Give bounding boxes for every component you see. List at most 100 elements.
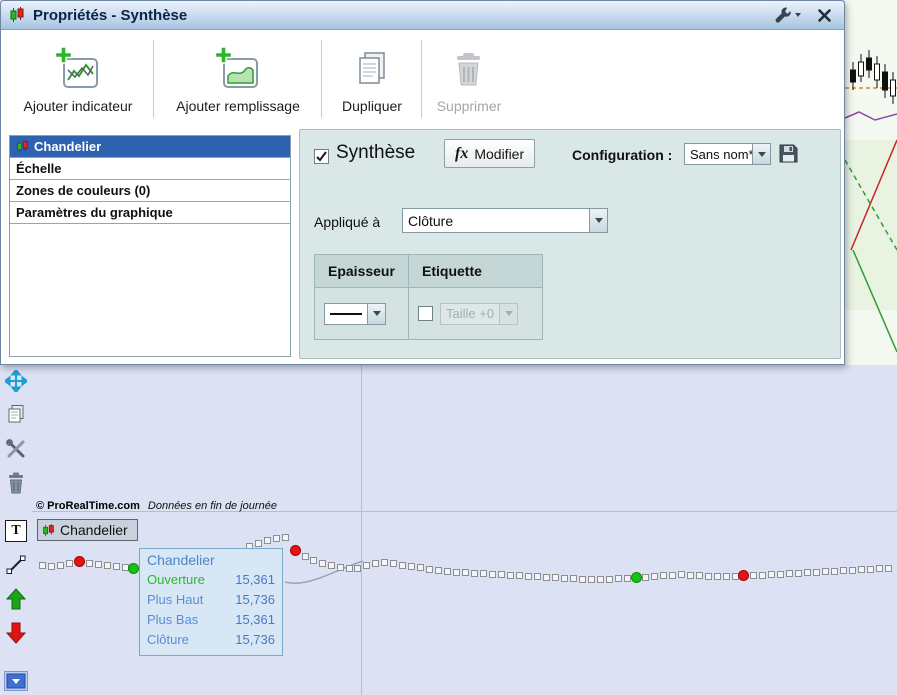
candlestick-icon — [10, 7, 24, 22]
tooltip-row: Plus Bas 15,361 — [147, 610, 275, 630]
price-point — [48, 563, 55, 570]
line-tool-button[interactable] — [3, 552, 29, 578]
tooltip-row-value: 15,736 — [235, 592, 275, 607]
sell-arrow-tool-button[interactable] — [3, 620, 29, 646]
applied-to-dropdown[interactable]: Clôture — [402, 208, 608, 233]
buy-arrow-tool-button[interactable] — [3, 586, 29, 612]
price-point — [113, 563, 120, 570]
price-point — [696, 572, 703, 579]
dialog-tools-menu-button[interactable] — [773, 6, 801, 24]
modify-label: Modifier — [474, 145, 525, 162]
label-checkbox[interactable] — [418, 306, 433, 321]
tooltip-row-label: Plus Bas — [147, 612, 199, 627]
price-point — [759, 572, 766, 579]
delete-tool-button[interactable] — [3, 470, 29, 496]
price-point — [471, 570, 478, 577]
price-point — [858, 566, 865, 573]
price-point — [390, 560, 397, 567]
more-tools-dropdown-button[interactable] — [3, 668, 29, 694]
candlestick-icon — [17, 140, 28, 153]
background-chart-strip — [844, 0, 897, 365]
chevron-down-icon — [594, 218, 603, 223]
price-point — [444, 568, 451, 575]
series-chip-label: Chandelier — [60, 522, 128, 538]
price-point — [561, 575, 568, 582]
price-point — [786, 570, 793, 577]
fx-icon: fx — [455, 144, 469, 162]
close-icon[interactable] — [817, 8, 832, 23]
applied-to-value: Clôture — [408, 212, 454, 229]
dialog-titlebar[interactable]: Propriétés - Synthèse — [1, 1, 844, 30]
floppy-disk-icon — [779, 144, 798, 163]
properties-dialog: Propriétés - Synthèse Ajouter indicateur… — [0, 0, 845, 365]
red-signal-dot — [74, 556, 85, 567]
price-point — [319, 560, 326, 567]
delete-button[interactable]: Supprimer — [427, 46, 511, 114]
synthesis-checkbox[interactable] — [314, 149, 329, 164]
tooltip-row: Plus Haut 15,736 — [147, 590, 275, 610]
price-point — [453, 569, 460, 576]
price-point — [831, 568, 838, 575]
price-point — [408, 563, 415, 570]
dropdown-arrow-button[interactable] — [367, 303, 385, 324]
move-tool-button[interactable] — [3, 368, 29, 394]
tooltip-title: Chandelier — [147, 552, 215, 568]
price-point — [507, 572, 514, 579]
price-point — [95, 561, 102, 568]
save-configuration-button[interactable] — [778, 143, 799, 164]
crosshair-vertical-line — [361, 365, 362, 695]
list-item-echelle[interactable]: Échelle — [10, 158, 290, 180]
line-sample-icon — [325, 312, 367, 315]
price-point — [381, 559, 388, 566]
duplicate-button[interactable]: Dupliquer — [327, 46, 417, 114]
price-point — [750, 572, 757, 579]
configuration-label: Configuration : — [572, 147, 673, 163]
chevron-down-icon — [795, 13, 801, 17]
list-item-label: Échelle — [16, 161, 62, 176]
add-fill-label: Ajouter remplissage — [176, 98, 300, 114]
add-fill-icon — [159, 46, 317, 94]
add-indicator-label: Ajouter indicateur — [23, 98, 133, 114]
price-point — [723, 573, 730, 580]
dropdown-arrow-button[interactable] — [589, 209, 607, 232]
add-indicator-icon — [7, 46, 149, 94]
add-indicator-button[interactable]: Ajouter indicateur — [7, 46, 149, 114]
price-point — [337, 564, 344, 571]
price-tooltip: Chandelier Ouverture 15,361 Plus Haut 15… — [139, 548, 283, 656]
settings-panel: Synthèse fx Modifier Configuration : San… — [299, 129, 841, 359]
price-point — [768, 571, 775, 578]
line-icon — [6, 555, 26, 574]
series-chip[interactable]: Chandelier — [37, 519, 138, 541]
price-point — [813, 569, 820, 576]
list-item-chandelier[interactable]: Chandelier — [10, 136, 290, 158]
configuration-value: Sans nom* — [690, 146, 752, 162]
dialog-toolbar: Ajouter indicateur Ajouter remplissage D… — [1, 30, 844, 126]
applied-to-label: Appliqué à — [314, 214, 381, 230]
list-item-zones-de-couleurs[interactable]: Zones de couleurs (0) — [10, 180, 290, 202]
dialog-title: Propriétés - Synthèse — [33, 6, 188, 24]
thickness-header: Epaisseur — [314, 254, 409, 288]
settings-tools-button[interactable] — [3, 436, 29, 462]
tooltip-row-label: Clôture — [147, 632, 189, 647]
tooltip-row-label: Plus Haut — [147, 592, 204, 607]
add-fill-button[interactable]: Ajouter remplissage — [159, 46, 317, 114]
price-point — [804, 569, 811, 576]
label-header: Etiquette — [408, 254, 543, 288]
price-point — [795, 570, 802, 577]
line-style-dropdown[interactable] — [324, 302, 386, 325]
price-point — [822, 568, 829, 575]
list-item-parametres-graphique[interactable]: Paramètres du graphique — [10, 202, 290, 224]
label-size-dropdown[interactable]: Taille +0 — [440, 302, 518, 325]
copy-tool-button[interactable] — [3, 401, 29, 427]
configuration-dropdown[interactable]: Sans nom* — [684, 143, 771, 165]
chart-area[interactable]: © ProRealTime.com Données en fin de jour… — [0, 365, 897, 695]
modify-formula-button[interactable]: fx Modifier — [444, 139, 536, 168]
text-tool-button[interactable]: T — [3, 518, 29, 544]
duplicate-icon — [327, 46, 417, 94]
dropdown-arrow-button[interactable] — [752, 144, 770, 164]
duplicate-label: Dupliquer — [342, 98, 402, 114]
price-point — [372, 560, 379, 567]
price-point — [705, 573, 712, 580]
label-size-value: Taille +0 — [446, 306, 495, 321]
tooltip-row-label: Ouverture — [147, 572, 205, 587]
